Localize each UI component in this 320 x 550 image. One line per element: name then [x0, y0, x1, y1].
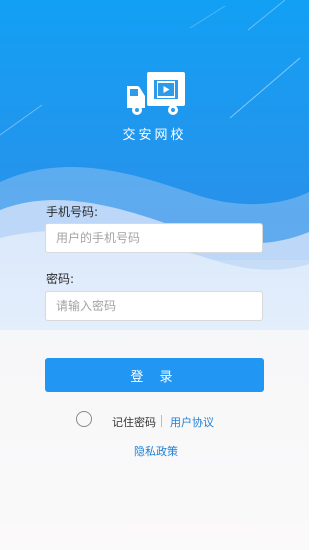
truck-logo-icon	[127, 72, 185, 115]
app-title: 交安网校	[122, 128, 187, 143]
password-input[interactable]	[45, 291, 263, 321]
remember-password-radio[interactable]	[76, 411, 92, 427]
phone-input[interactable]	[45, 223, 263, 253]
remember-password-label[interactable]: 记住密码	[112, 414, 156, 430]
privacy-policy-link[interactable]: 隐私政策	[134, 443, 178, 459]
user-agreement-link[interactable]: 用户协议	[170, 414, 214, 430]
password-label: 密码:	[46, 272, 75, 286]
phone-label: 手机号码:	[46, 205, 99, 219]
link-divider	[161, 415, 162, 427]
login-button[interactable]: 登 录	[45, 358, 264, 392]
